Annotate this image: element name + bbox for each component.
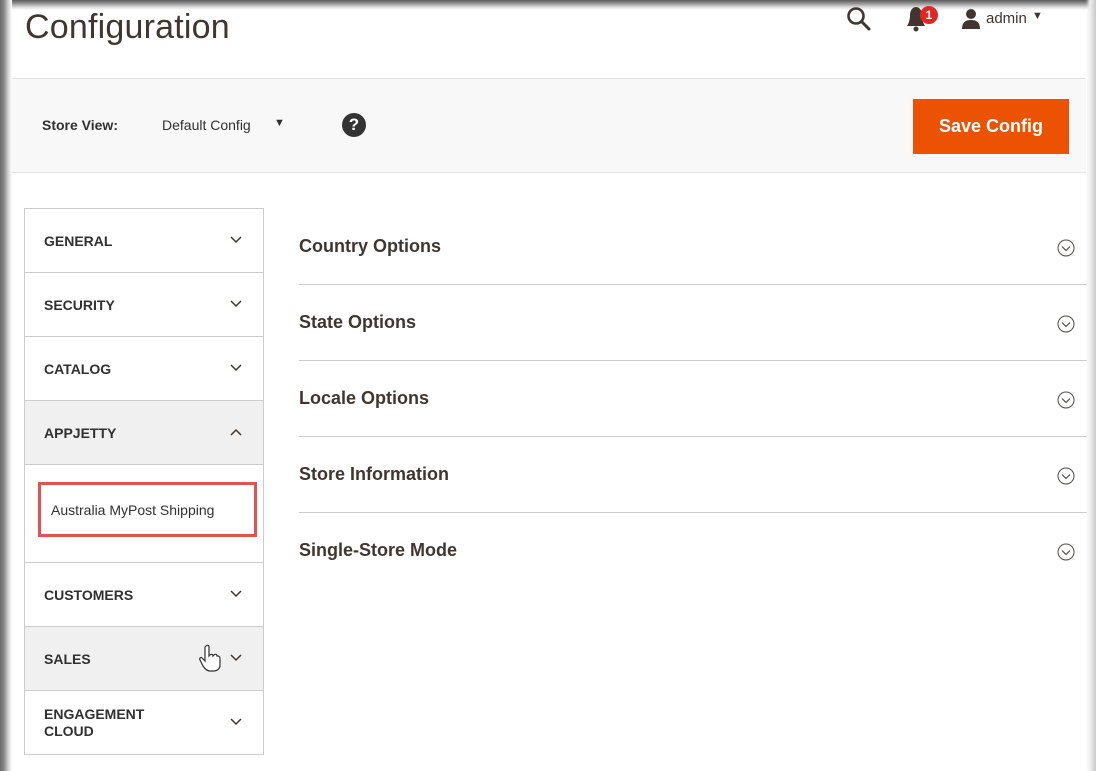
chevron-down-icon [230, 654, 242, 662]
section-title: Country Options [299, 236, 441, 256]
window-frame-left [0, 0, 12, 771]
chevron-down-icon [230, 300, 242, 308]
sidebar-tab-label: GENERAL [44, 232, 113, 249]
circle-chevron-icon[interactable] [1057, 543, 1075, 561]
store-view-switcher[interactable]: Default Config [162, 117, 251, 133]
circle-chevron-icon[interactable] [1057, 315, 1075, 333]
sidebar-tab-catalog[interactable]: CATALOG [25, 337, 263, 401]
section-single-store-mode[interactable]: Single-Store Mode [299, 513, 1087, 588]
sidebar-tab-engagement-cloud[interactable]: ENGAGEMENT CLOUD [25, 691, 263, 755]
chevron-up-icon [230, 428, 242, 436]
sidebar-tab-label: CATALOG [44, 360, 112, 377]
hand-pointer-icon [199, 644, 221, 672]
sidebar-tab-general[interactable]: GENERAL [25, 209, 263, 273]
sidebar-tab-label: SALES [44, 650, 91, 667]
config-sidebar: GENERAL SECURITY CATALOG APPJETTY Austra… [24, 208, 264, 755]
chevron-down-icon [230, 236, 242, 244]
chevron-down-icon [230, 718, 242, 726]
admin-account-link[interactable]: admin [986, 10, 1027, 27]
sidebar-tab-security[interactable]: SECURITY [25, 273, 263, 337]
circle-chevron-icon[interactable] [1057, 467, 1075, 485]
sidebar-tab-sales[interactable]: SALES [25, 627, 263, 691]
sidebar-tab-label: CUSTOMERS [44, 586, 134, 603]
section-store-information[interactable]: Store Information [299, 437, 1087, 513]
caret-down-icon[interactable]: ▼ [1032, 10, 1043, 22]
section-title: Store Information [299, 464, 450, 484]
config-sections: Country Options State Options Locale Opt… [299, 209, 1087, 588]
page-title: Configuration [25, 8, 230, 46]
caret-down-icon[interactable]: ▼ [274, 117, 285, 129]
window-frame-right [1086, 0, 1096, 771]
section-title: Locale Options [299, 388, 430, 408]
sidebar-item-australia-mypost-shipping[interactable]: Australia MyPost Shipping [38, 482, 257, 537]
save-config-button[interactable]: Save Config [913, 99, 1069, 154]
sidebar-tab-appjetty[interactable]: APPJETTY [25, 401, 263, 465]
store-view-bar: Store View: Default Config ▼ ? Save Conf… [12, 78, 1086, 173]
appjetty-subpanel: Australia MyPost Shipping [25, 465, 263, 563]
notification-count-badge[interactable]: 1 [920, 6, 938, 24]
sidebar-tab-label: SECURITY [44, 296, 115, 313]
sidebar-tab-customers[interactable]: CUSTOMERS [25, 563, 263, 627]
search-icon[interactable] [846, 6, 872, 32]
sidebar-tab-label: APPJETTY [44, 424, 117, 441]
section-title: State Options [299, 312, 417, 332]
section-title: Single-Store Mode [299, 540, 458, 560]
sidebar-tab-label: ENGAGEMENT CLOUD [44, 705, 145, 739]
section-locale-options[interactable]: Locale Options [299, 361, 1087, 437]
section-country-options[interactable]: Country Options [299, 209, 1087, 285]
section-state-options[interactable]: State Options [299, 285, 1087, 361]
store-view-label: Store View: [42, 117, 118, 133]
chevron-down-icon [230, 364, 242, 372]
help-icon[interactable]: ? [342, 113, 366, 137]
circle-chevron-icon[interactable] [1057, 239, 1075, 257]
chevron-down-icon [230, 590, 242, 598]
circle-chevron-icon[interactable] [1057, 391, 1075, 409]
user-icon[interactable] [961, 8, 981, 30]
